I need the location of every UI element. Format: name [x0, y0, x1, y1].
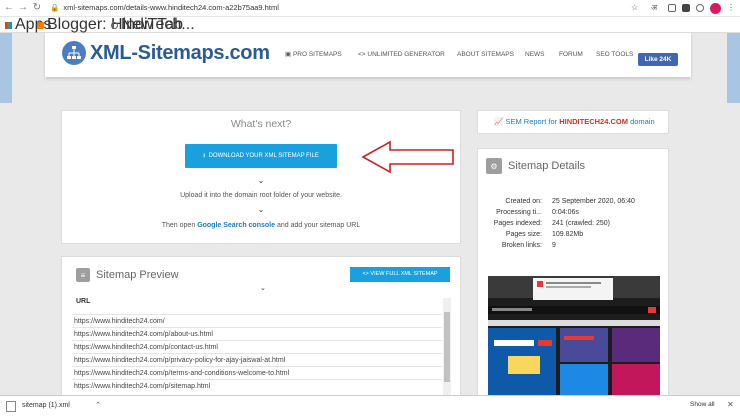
page-band-left — [0, 33, 12, 103]
sitemap-details-title: Sitemap Details — [508, 160, 586, 172]
gear-icon: ⚙ — [486, 158, 502, 174]
sitemap-preview-header: ≡ Sitemap Preview — [76, 268, 179, 282]
sem-domain: HINDITECH24.COM — [559, 117, 628, 126]
nav-label: UNLIMITED GENERATOR — [367, 51, 445, 58]
detail-value: 25 September 2020, 06:40 — [552, 198, 635, 205]
list-icon: ≡ — [76, 268, 90, 282]
chevron-up-icon[interactable]: ⌃ — [95, 401, 101, 409]
code-icon: <> — [358, 51, 368, 58]
detail-value: 9 — [552, 242, 556, 249]
forward-icon[interactable]: → — [18, 2, 28, 14]
trend-icon: 📈 — [494, 117, 506, 126]
close-icon[interactable]: ✕ — [727, 400, 734, 409]
nav-seo-tools[interactable]: SEO TOOLS — [596, 51, 633, 59]
view-full-sitemap-button[interactable]: <> VIEW FULL XML SITEMAP — [350, 267, 450, 282]
nav-forum[interactable]: FORUM — [559, 51, 583, 59]
table-row[interactable]: https://www.hinditech24.com/p/terms-and-… — [72, 366, 442, 379]
preview-scroll-thumb[interactable] — [444, 312, 450, 382]
whats-next-title: What's next? — [230, 118, 292, 130]
bookmark-new-tab[interactable]: New Tab — [111, 16, 183, 33]
nav-unlimited-generator[interactable]: <> UNLIMITED GENERATOR — [358, 51, 445, 59]
detail-value: 109.82Mb — [552, 231, 584, 238]
table-row[interactable]: https://www.hinditech24.com/p/about-us.h… — [72, 327, 442, 340]
search-console-instruction: Then open Google Search console and add … — [61, 222, 461, 229]
instruction-text: and add your sitemap URL — [276, 222, 361, 229]
detail-label: Pages size: — [505, 231, 542, 238]
url-text: xml-sitemaps.com/details-www.hinditech24… — [63, 3, 279, 12]
download-label: DOWNLOAD YOUR XML SITEMAP FILE — [208, 153, 319, 159]
star-icon[interactable]: ☆ — [631, 3, 638, 13]
download-sitemap-button[interactable]: ⭳ DOWNLOAD YOUR XML SITEMAP FILE — [185, 144, 337, 168]
sitemap-preview-title: Sitemap Preview — [96, 269, 179, 281]
reload-icon[interactable]: ↻ — [32, 2, 42, 14]
chevron-down-icon: ⌄ — [257, 205, 265, 214]
blogger-icon — [37, 21, 44, 29]
pro-icon: ▣ — [285, 51, 293, 58]
menu-icon[interactable]: ⋮ — [727, 3, 735, 13]
instruction-text: Then open — [161, 222, 196, 229]
detail-label: Broken links: — [501, 242, 542, 249]
avatar[interactable] — [710, 3, 721, 14]
nav-pro-sitemaps[interactable]: ▣ PRO SITEMAPS — [285, 51, 342, 59]
detail-label: Processing ti... — [496, 209, 542, 216]
search-console-link[interactable]: Google Search console — [197, 222, 275, 229]
table-row[interactable]: https://www.hinditech24.com/p/contact-us… — [72, 340, 442, 353]
url-column-header: URL — [76, 298, 91, 305]
sem-suffix: domain — [630, 117, 655, 126]
table-row[interactable]: https://www.hinditech24.com/p/sitemap.ht… — [72, 379, 442, 393]
nav-about-sitemaps[interactable]: ABOUT SITEMAPS — [457, 51, 514, 59]
website-screenshot-thumbnail — [488, 276, 660, 396]
lock-icon: 🔒 — [50, 3, 60, 12]
thumbnail-image — [488, 276, 660, 396]
detail-value: 241 (crawled: 250) — [552, 220, 610, 227]
url-field[interactable]: 🔒 xml-sitemaps.com/details-www.hinditech2… — [50, 2, 279, 14]
detail-label: Pages indexed: — [493, 220, 542, 227]
logo-text: XML-Sitemaps.com — [90, 41, 270, 64]
back-icon[interactable]: ← — [4, 2, 14, 14]
sitemap-details-header: ⚙ Sitemap Details — [486, 158, 585, 174]
table-row[interactable]: https://www.hinditech24.com/ — [72, 314, 442, 327]
apps-grid-icon — [5, 21, 12, 29]
site-logo[interactable]: XML-Sitemaps.com — [62, 41, 270, 65]
detail-label: Created on: — [505, 198, 542, 205]
nav-label: PRO SITEMAPS — [292, 51, 342, 58]
table-row[interactable]: https://www.hinditech24.com/p/privacy-po… — [72, 353, 442, 366]
show-all-button[interactable]: Show all — [690, 401, 715, 408]
page-band-right — [727, 33, 740, 103]
sitemap-logo-icon — [62, 41, 86, 65]
globe-icon — [111, 21, 118, 29]
sem-prefix: SEM Report for — [505, 117, 558, 126]
nav-news[interactable]: NEWS — [525, 51, 545, 59]
extension-icon-2[interactable] — [682, 4, 690, 12]
download-shelf — [0, 395, 740, 416]
extension-icon[interactable] — [668, 4, 676, 12]
button-label: VIEW FULL XML SITEMAP — [370, 271, 438, 277]
extension-icon-3[interactable] — [696, 4, 704, 12]
chevron-down-icon: ⌄ — [260, 285, 266, 292]
red-arrow-annotation — [361, 140, 454, 174]
chevron-down-icon: ⌄ — [257, 176, 265, 185]
sem-report-link[interactable]: 📈 SEM Report for HINDITECH24.COM domain — [494, 117, 655, 127]
profile-letter[interactable]: अ — [651, 3, 657, 13]
detail-value: 0:04:06s — [552, 209, 579, 216]
bookmark-label: New Tab — [121, 16, 183, 33]
upload-instruction: Upload it into the domain root folder of… — [180, 192, 342, 199]
file-icon — [6, 401, 16, 412]
facebook-like-button[interactable]: Like 24K — [638, 53, 678, 66]
downloaded-file[interactable]: sitemap (1).xml — [22, 402, 70, 409]
